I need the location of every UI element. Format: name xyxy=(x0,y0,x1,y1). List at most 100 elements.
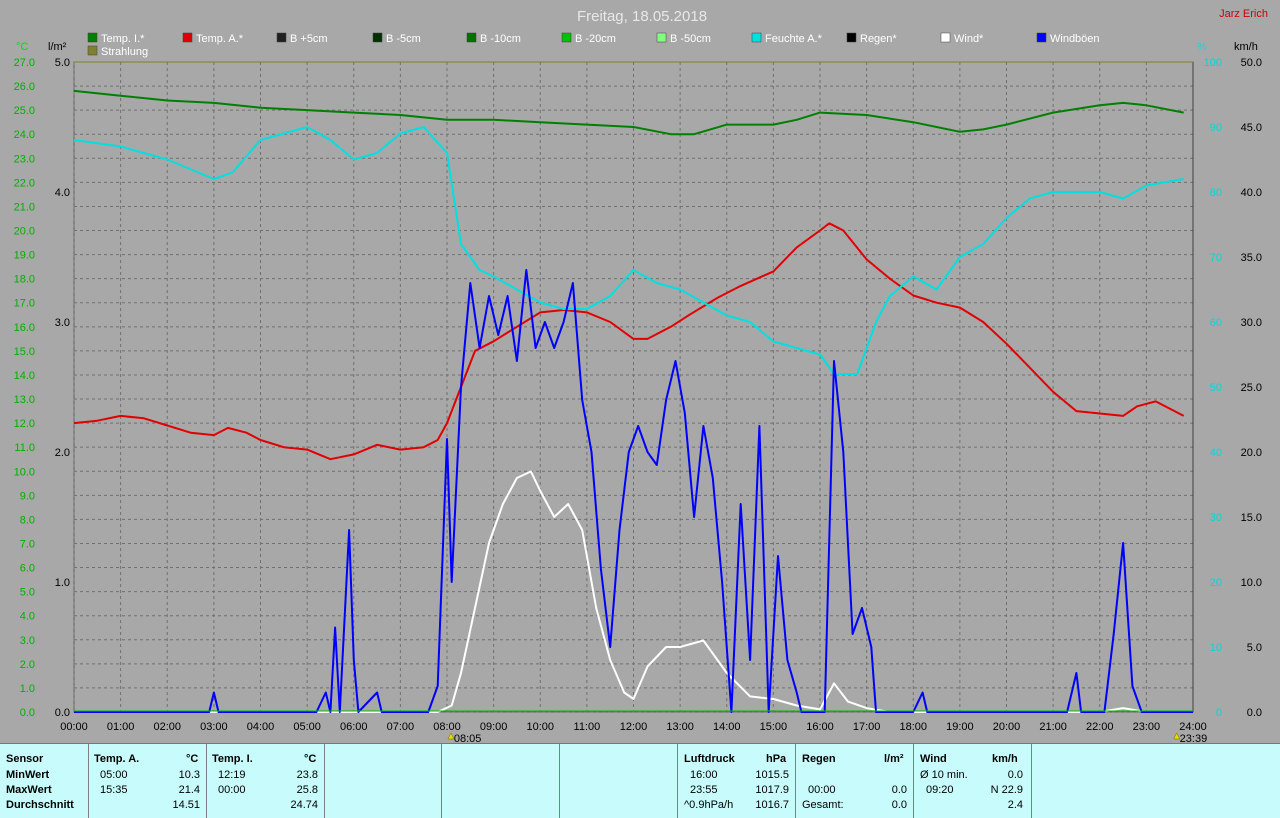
humidity-tick-label: 0 xyxy=(1216,707,1222,719)
temp-tick-label: 14.0 xyxy=(14,370,35,382)
rain-max-time: 00:00 xyxy=(808,784,836,796)
temp-i-avg-value: 24.74 xyxy=(290,799,318,811)
chart-title: Freitag, 18.05.2018 xyxy=(577,8,707,25)
row-min-label: MinWert xyxy=(6,769,50,781)
sunset-time: 23:39 xyxy=(1180,733,1208,743)
time-tick-label: 08:00 xyxy=(433,721,461,733)
weather-chart: Freitag, 18.05.2018 Jarz Erich Temp. I.*… xyxy=(14,8,1268,743)
temp-a-max-time: 15:35 xyxy=(100,784,128,796)
wind-avg10-value: 0.0 xyxy=(1007,769,1023,781)
temp-tick-label: 19.0 xyxy=(14,250,35,262)
legend-swatch xyxy=(466,32,477,43)
wind-max-value: N 22.9 xyxy=(990,784,1023,796)
rain-tick-label: 5.0 xyxy=(55,57,70,69)
legend-swatch xyxy=(182,32,193,43)
temp-a-min-time: 05:00 xyxy=(100,769,128,781)
temp-tick-label: 6.0 xyxy=(20,563,35,575)
time-tick-label: 14:00 xyxy=(713,721,741,733)
time-tick-label: 00:00 xyxy=(60,721,88,733)
stats-table: Sensor MinWert MaxWert Durchschnitt Temp… xyxy=(0,743,1280,818)
time-tick-label: 09:00 xyxy=(480,721,508,733)
temp-tick-label: 21.0 xyxy=(14,201,35,213)
temp-tick-label: 17.0 xyxy=(14,298,35,310)
temp-tick-label: 13.0 xyxy=(14,394,35,406)
temp-i-min-value: 23.8 xyxy=(296,769,318,781)
time-tick-label: 11:00 xyxy=(574,721,601,733)
pressure-avg-value: 1016.7 xyxy=(755,799,789,811)
temp-tick-label: 18.0 xyxy=(14,274,35,286)
time-tick-label: 23:00 xyxy=(1133,721,1161,733)
temp-tick-label: 8.0 xyxy=(20,514,35,526)
rain-tick-label: 3.0 xyxy=(55,317,70,329)
legend: Temp. I.* Temp. A.* B +5cm B -5cm B -10cm B -… xyxy=(87,32,1100,58)
legend-swatch xyxy=(940,32,951,43)
wind-unit: km/h xyxy=(992,753,1018,765)
time-tick-label: 24:00 xyxy=(1179,721,1207,733)
wind-tick-label: 5.0 xyxy=(1247,642,1262,654)
rain-unit-label: l/m² xyxy=(48,41,67,53)
time-tick-label: 18:00 xyxy=(899,721,927,733)
rain-tick-label: 4.0 xyxy=(55,187,70,199)
time-tick-label: 15:00 xyxy=(760,721,788,733)
wind-avg-value: 2.4 xyxy=(1007,799,1023,811)
wind-tick-label: 20.0 xyxy=(1241,447,1262,459)
humidity-tick-label: 20 xyxy=(1210,577,1222,589)
time-tick-label: 20:00 xyxy=(993,721,1021,733)
wind-tick-label: 50.0 xyxy=(1241,57,1262,69)
temp-tick-label: 25.0 xyxy=(14,105,35,117)
legend-swatch xyxy=(87,32,98,43)
temp-i-min-time: 12:19 xyxy=(218,769,246,781)
humidity-tick-label: 100 xyxy=(1204,57,1222,69)
temp-tick-label: 10.0 xyxy=(14,466,35,478)
temp-a-header: Temp. A. xyxy=(94,753,140,765)
temp-tick-label: 1.0 xyxy=(20,683,35,695)
humidity-tick-label: 60 xyxy=(1210,317,1222,329)
pressure-unit: hPa xyxy=(766,753,787,765)
temp-a-unit: °C xyxy=(186,753,199,765)
rain-header: Regen xyxy=(802,753,836,765)
humidity-tick-label: 70 xyxy=(1210,252,1222,264)
wind-tick-label: 35.0 xyxy=(1241,252,1262,264)
temp-tick-label: 24.0 xyxy=(14,129,35,141)
temp-i-max-time: 00:00 xyxy=(218,784,246,796)
pressure-max-time: 23:55 xyxy=(690,784,718,796)
temp-tick-label: 12.0 xyxy=(14,418,35,430)
temp-tick-label: 0.0 xyxy=(20,707,35,719)
temp-a-max-value: 21.4 xyxy=(178,784,200,796)
wind-header: Wind xyxy=(920,753,947,765)
sensor-header: Sensor xyxy=(6,753,44,765)
temp-tick-label: 23.0 xyxy=(14,153,35,165)
temp-tick-label: 20.0 xyxy=(14,226,35,238)
wind-tick-label: 25.0 xyxy=(1241,382,1262,394)
legend-label: B -10cm xyxy=(480,33,521,45)
temp-tick-label: 4.0 xyxy=(20,611,35,623)
humidity-tick-label: 10 xyxy=(1210,642,1222,654)
time-tick-label: 22:00 xyxy=(1086,721,1114,733)
time-tick-label: 04:00 xyxy=(247,721,275,733)
wind-tick-label: 0.0 xyxy=(1247,707,1262,719)
legend-label: Feuchte A.* xyxy=(765,33,823,45)
time-tick-label: 12:00 xyxy=(620,721,648,733)
time-tick-label: 06:00 xyxy=(340,721,368,733)
legend-swatch xyxy=(1036,32,1047,43)
time-tick-label: 19:00 xyxy=(946,721,974,733)
temp-tick-label: 5.0 xyxy=(20,587,35,599)
sunrise-time: 08:05 xyxy=(454,733,482,743)
legend-label: B +5cm xyxy=(290,33,328,45)
time-tick-label: 05:00 xyxy=(293,721,321,733)
temp-tick-label: 2.0 xyxy=(20,659,35,671)
wind-tick-label: 40.0 xyxy=(1241,187,1262,199)
humidity-tick-label: 90 xyxy=(1210,122,1222,134)
time-tick-label: 13:00 xyxy=(666,721,694,733)
pressure-min-value: 1015.5 xyxy=(755,769,789,781)
legend-swatch xyxy=(751,32,762,43)
temp-tick-label: 26.0 xyxy=(14,81,35,93)
time-tick-label: 16:00 xyxy=(806,721,834,733)
legend-label: Wind* xyxy=(954,33,984,45)
rain-max-value: 0.0 xyxy=(891,784,907,796)
rain-tick-label: 2.0 xyxy=(55,447,70,459)
wind-avg10-label: Ø 10 min. xyxy=(920,769,968,781)
wind-tick-label: 30.0 xyxy=(1241,317,1262,329)
wind-max-time: 09:20 xyxy=(926,784,954,796)
temp-tick-label: 15.0 xyxy=(14,346,35,358)
